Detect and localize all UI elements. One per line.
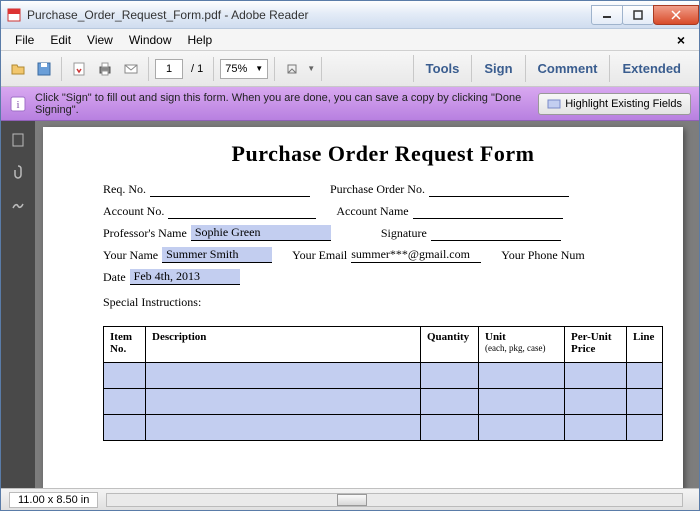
sign-button[interactable]: Sign bbox=[471, 55, 524, 82]
highlight-fields-button[interactable]: Highlight Existing Fields bbox=[538, 93, 691, 115]
table-row bbox=[104, 363, 663, 389]
menu-edit[interactable]: Edit bbox=[42, 31, 79, 49]
field-prof-name[interactable]: Sophie Green bbox=[191, 225, 331, 241]
page-number-input[interactable] bbox=[155, 59, 183, 79]
highlight-icon bbox=[547, 97, 561, 111]
pdf-icon bbox=[7, 8, 21, 22]
label-signature: Signature bbox=[381, 226, 427, 241]
label-po-no: Purchase Order No. bbox=[330, 182, 425, 197]
page-total-label: / 1 bbox=[187, 63, 207, 75]
minimize-button[interactable] bbox=[591, 5, 623, 25]
svg-text:i: i bbox=[16, 99, 19, 111]
navigation-pane bbox=[1, 121, 35, 488]
label-date: Date bbox=[103, 270, 126, 285]
cell-line[interactable] bbox=[627, 389, 663, 415]
label-account-no: Account No. bbox=[103, 204, 164, 219]
label-your-name: Your Name bbox=[103, 248, 158, 263]
cell-quantity[interactable] bbox=[421, 363, 479, 389]
field-your-name[interactable]: Summer Smith bbox=[162, 247, 272, 263]
cell-description[interactable] bbox=[146, 415, 421, 441]
cell-description[interactable] bbox=[146, 389, 421, 415]
field-signature[interactable] bbox=[431, 225, 561, 241]
field-date[interactable]: Feb 4th, 2013 bbox=[130, 269, 240, 285]
label-your-phone: Your Phone Num bbox=[501, 248, 584, 263]
tool-dropdown-icon[interactable] bbox=[281, 58, 303, 80]
cell-item-no[interactable] bbox=[104, 415, 146, 441]
table-row bbox=[104, 415, 663, 441]
right-tool-panel: Tools Sign Comment Extended bbox=[413, 55, 693, 82]
cell-unit[interactable] bbox=[479, 415, 565, 441]
sign-info-bar: i Click "Sign" to fill out and sign this… bbox=[1, 87, 699, 121]
menu-window[interactable]: Window bbox=[121, 31, 180, 49]
cell-description[interactable] bbox=[146, 363, 421, 389]
save-icon[interactable] bbox=[33, 58, 55, 80]
page-dimensions: 11.00 x 8.50 in bbox=[9, 492, 98, 508]
status-bar: 11.00 x 8.50 in bbox=[1, 488, 699, 510]
cell-per-unit[interactable] bbox=[565, 415, 627, 441]
extended-button[interactable]: Extended bbox=[609, 55, 693, 82]
line-items-table: Item No. Description Quantity Unit(each,… bbox=[103, 326, 663, 441]
email-icon[interactable] bbox=[120, 58, 142, 80]
maximize-button[interactable] bbox=[622, 5, 654, 25]
export-pdf-icon[interactable] bbox=[68, 58, 90, 80]
cell-per-unit[interactable] bbox=[565, 389, 627, 415]
toolbar: / 1 75%▼ ▼ Tools Sign Comment Extended bbox=[1, 51, 699, 87]
tools-button[interactable]: Tools bbox=[413, 55, 472, 82]
label-special: Special Instructions: bbox=[103, 295, 201, 310]
horizontal-scrollbar[interactable] bbox=[106, 493, 683, 507]
cell-line[interactable] bbox=[627, 415, 663, 441]
th-unit: Unit(each, pkg, case) bbox=[479, 327, 565, 363]
cell-unit[interactable] bbox=[479, 389, 565, 415]
signatures-icon[interactable] bbox=[9, 195, 27, 213]
label-your-email: Your Email bbox=[292, 248, 347, 263]
table-row bbox=[104, 389, 663, 415]
cell-quantity[interactable] bbox=[421, 389, 479, 415]
th-item-no: Item No. bbox=[104, 327, 146, 363]
cell-item-no[interactable] bbox=[104, 389, 146, 415]
comment-button[interactable]: Comment bbox=[525, 55, 610, 82]
th-line: Line bbox=[627, 327, 663, 363]
cell-unit[interactable] bbox=[479, 363, 565, 389]
open-icon[interactable] bbox=[7, 58, 29, 80]
label-req-no: Req. No. bbox=[103, 182, 146, 197]
print-icon[interactable] bbox=[94, 58, 116, 80]
attachments-icon[interactable] bbox=[9, 163, 27, 181]
field-account-no[interactable] bbox=[168, 203, 316, 219]
th-description: Description bbox=[146, 327, 421, 363]
field-po-no[interactable] bbox=[429, 181, 569, 197]
label-account-name: Account Name bbox=[336, 204, 408, 219]
field-req-no[interactable] bbox=[150, 181, 310, 197]
pdf-page: Purchase Order Request Form Req. No. Pur… bbox=[43, 127, 683, 488]
sign-message: Click "Sign" to fill out and sign this f… bbox=[35, 92, 530, 116]
cell-item-no[interactable] bbox=[104, 363, 146, 389]
cell-per-unit[interactable] bbox=[565, 363, 627, 389]
window-title: Purchase_Order_Request_Form.pdf - Adobe … bbox=[27, 8, 592, 22]
th-quantity: Quantity bbox=[421, 327, 479, 363]
th-per-unit: Per-Unit Price bbox=[565, 327, 627, 363]
cell-line[interactable] bbox=[627, 363, 663, 389]
zoom-select[interactable]: 75%▼ bbox=[220, 59, 268, 79]
menu-view[interactable]: View bbox=[79, 31, 121, 49]
document-area[interactable]: Purchase Order Request Form Req. No. Pur… bbox=[35, 121, 699, 488]
field-account-name[interactable] bbox=[413, 203, 563, 219]
menu-bar: File Edit View Window Help × bbox=[1, 29, 699, 51]
info-icon: i bbox=[9, 95, 27, 113]
document-close-button[interactable]: × bbox=[669, 30, 693, 50]
menu-help[interactable]: Help bbox=[180, 31, 221, 49]
window-controls bbox=[592, 5, 699, 25]
form-title: Purchase Order Request Form bbox=[103, 141, 663, 167]
label-prof-name: Professor's Name bbox=[103, 226, 187, 241]
field-your-email[interactable]: summer***@gmail.com bbox=[351, 247, 481, 263]
menu-file[interactable]: File bbox=[7, 31, 42, 49]
cell-quantity[interactable] bbox=[421, 415, 479, 441]
thumbnails-icon[interactable] bbox=[9, 131, 27, 149]
title-bar: Purchase_Order_Request_Form.pdf - Adobe … bbox=[1, 1, 699, 29]
close-button[interactable] bbox=[653, 5, 699, 25]
